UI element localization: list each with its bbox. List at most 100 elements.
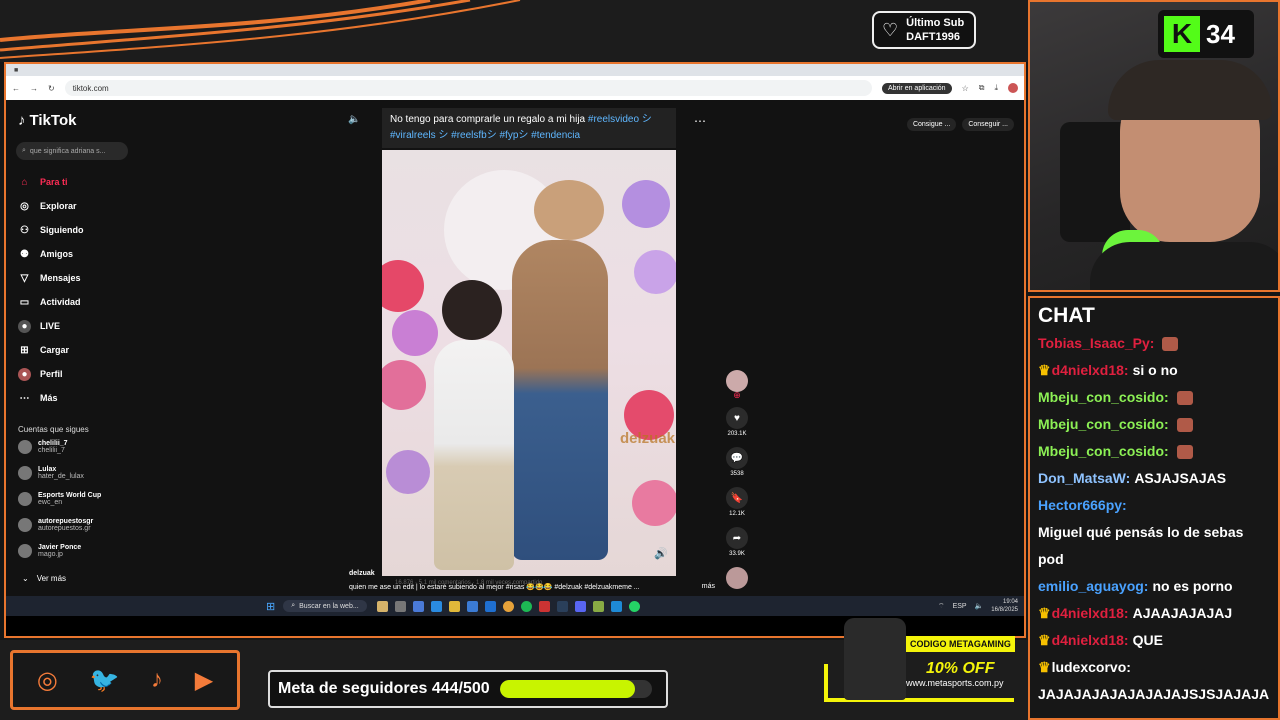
nav-label: Para ti xyxy=(40,177,68,187)
chat-message: Mbeju_con_cosido: xyxy=(1038,411,1270,438)
nav-item-mensajes[interactable]: ▽ Mensajes xyxy=(18,266,84,290)
share-icon[interactable]: ➦ xyxy=(726,527,748,549)
follow-plus-icon[interactable]: ⊕ xyxy=(724,390,750,401)
profile-avatar-icon[interactable] xyxy=(1008,83,1018,93)
promo-website: www.metasports.com.py xyxy=(906,678,1004,688)
chat-message: emilio_aguayog: no es porno xyxy=(1038,573,1270,600)
whatsapp-icon[interactable] xyxy=(628,600,640,612)
app-icon[interactable] xyxy=(376,600,388,612)
bookmark-star-icon[interactable]: ☆ xyxy=(962,84,969,93)
app-icon[interactable] xyxy=(592,600,604,612)
tiktok-search-input[interactable]: ⌕ que significa adriana s... xyxy=(16,142,128,160)
clock[interactable]: 19:04 16/8/2025 xyxy=(991,598,1018,614)
get-coins-button[interactable]: Consigue ... xyxy=(906,118,957,131)
browser-tabbar[interactable]: ■ xyxy=(6,64,1024,76)
open-app-button[interactable]: Abrir en aplicación xyxy=(881,82,952,94)
speaker-icon[interactable]: 🔈 xyxy=(975,602,984,610)
chat-username[interactable]: Mbeju_con_cosido: xyxy=(1038,438,1169,465)
sound-disc-icon[interactable] xyxy=(726,567,748,589)
chat-username[interactable]: Mbeju_con_cosido: xyxy=(1038,384,1169,411)
discord-icon[interactable] xyxy=(574,600,586,612)
download-icon[interactable]: ⤓ xyxy=(994,83,998,93)
chat-username[interactable]: ludexcorvo: xyxy=(1052,654,1131,681)
chat-username[interactable]: d4nielxd18: xyxy=(1052,600,1129,627)
video-volume-icon[interactable]: 🔊 xyxy=(654,547,668,560)
following-account[interactable]: Esports World Cup ewc_en xyxy=(18,492,101,506)
reload-icon[interactable]: ↻ xyxy=(48,84,55,93)
volume-icon[interactable]: 🔈 xyxy=(348,114,360,125)
steam-icon[interactable] xyxy=(556,600,568,612)
language-indicator[interactable]: ESP xyxy=(953,603,967,610)
nav-item-siguiendo[interactable]: ⚇ Siguiendo xyxy=(18,218,83,242)
nav-item-live[interactable]: ● LIVE xyxy=(18,314,84,338)
folder-icon[interactable] xyxy=(448,600,460,612)
like-icon[interactable]: ♥ xyxy=(726,407,748,429)
edge-icon[interactable] xyxy=(430,600,442,612)
nav-item-explorar[interactable]: ◎ Explorar xyxy=(18,194,84,218)
account-name: Lulax xyxy=(38,466,57,473)
outlook-icon[interactable] xyxy=(484,600,496,612)
creator-avatar[interactable] xyxy=(726,370,748,392)
get-app-button[interactable]: Conseguir ... xyxy=(962,118,1014,131)
comment-icon[interactable]: 💬 xyxy=(726,447,748,469)
url-field[interactable]: tiktok.com xyxy=(64,80,872,96)
see-more-button[interactable]: ⌄ Ver más xyxy=(22,574,66,583)
chat-message: Tobias_Isaac_Py: xyxy=(1038,330,1270,357)
chat-text: JAJAJAJAJAJAJAJAJSJSJAJAJA xyxy=(1038,686,1270,702)
caption-text: No tengo para comprarle un regalo a mi h… xyxy=(390,114,586,125)
app-icon[interactable] xyxy=(394,600,406,612)
more-options-icon[interactable]: ⋯ xyxy=(694,114,706,128)
nav-item-cargar[interactable]: ⊞ Cargar xyxy=(18,338,84,362)
app-icon[interactable] xyxy=(538,600,550,612)
streamer-hair xyxy=(1108,60,1272,120)
tiktok-icon: ♪ xyxy=(151,666,164,693)
following-account[interactable]: Lulax hater_de_lulax xyxy=(18,466,84,480)
video-player[interactable]: delzuak 🔊 xyxy=(382,150,676,576)
tiktok-top-actions: Consigue ... Conseguir ... xyxy=(906,118,1014,131)
taskbar-search[interactable]: ⌕ Buscar en la web... xyxy=(283,600,367,612)
wifi-icon[interactable]: ⌔ xyxy=(938,602,945,611)
nav-item-amigos[interactable]: ⚉ Amigos xyxy=(18,242,84,266)
following-account[interactable]: Javier Ponce mago.jp xyxy=(18,544,81,558)
extensions-icon[interactable]: ⧉ xyxy=(979,83,985,93)
nav-item-mas[interactable]: ⋯ Más xyxy=(18,386,84,410)
chat-username[interactable]: d4nielxd18: xyxy=(1052,627,1129,654)
emote-icon xyxy=(1176,444,1193,459)
account-handle: autorepuestos.gr xyxy=(38,525,91,532)
crown-badge-icon: ♛ xyxy=(1038,659,1051,675)
account-name: Javier Ponce xyxy=(38,544,82,551)
balloon-decoration xyxy=(382,360,426,410)
more-link[interactable]: más xyxy=(702,583,715,591)
app-icon[interactable] xyxy=(466,600,478,612)
chat-text: si o no xyxy=(1132,362,1178,378)
instagram-icon: ◎ xyxy=(36,666,58,694)
nav-item-para-ti[interactable]: ⌂ Para ti xyxy=(18,170,84,194)
chrome-icon[interactable] xyxy=(502,600,514,612)
nav-item-actividad[interactable]: ▭ Actividad xyxy=(18,290,84,314)
forward-icon[interactable]: → xyxy=(30,84,38,93)
chat-username[interactable]: Mbeju_con_cosido: xyxy=(1038,411,1169,438)
creator-username[interactable]: delzuak xyxy=(349,570,715,577)
following-account[interactable]: autorepuestosgr autorepuestos.gr xyxy=(18,518,93,532)
video-caption-bottom: delzuak 16.876 · 5,1 mil comentarios · 1… xyxy=(349,570,715,591)
chat-username[interactable]: d4nielxd18: xyxy=(1052,357,1129,384)
chat-message: Don_MatsaW: ASJAJSAJAS xyxy=(1038,465,1270,492)
back-icon[interactable]: ← xyxy=(12,84,20,93)
account-name: autorepuestosgr xyxy=(38,518,94,525)
kick-logo-icon: K xyxy=(1164,16,1200,52)
chat-username[interactable]: Hector666py: xyxy=(1038,492,1127,519)
bookmark-icon[interactable]: 🔖 xyxy=(726,487,748,509)
app-icon[interactable] xyxy=(412,600,424,612)
spotify-icon[interactable] xyxy=(520,600,532,612)
vscode-icon[interactable] xyxy=(610,600,622,612)
balloon-decoration xyxy=(386,450,430,494)
chat-username[interactable]: emilio_aguayog: xyxy=(1038,573,1148,600)
chat-username[interactable]: Tobias_Isaac_Py: xyxy=(1038,330,1154,357)
nav-item-perfil[interactable]: ● Perfil xyxy=(18,362,84,386)
chat-text: Miguel qué pensás lo de sebas pod xyxy=(1038,524,1244,567)
tiktok-logo[interactable]: ♪ TikTok xyxy=(18,112,76,129)
chat-username[interactable]: Don_MatsaW: xyxy=(1038,465,1130,492)
windows-start-icon[interactable]: ⊞ xyxy=(266,600,275,613)
following-account[interactable]: chelilii_7 chelilii_7 xyxy=(18,440,68,454)
browser-window: ■ ← → ↻ tiktok.com Abrir en aplicación ☆… xyxy=(4,62,1026,638)
